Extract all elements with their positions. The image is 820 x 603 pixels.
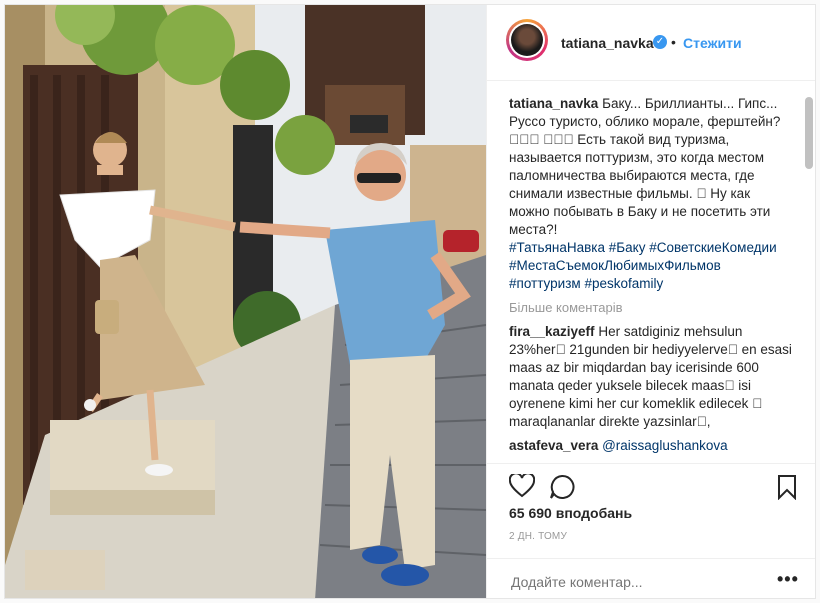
post-photo[interactable] (5, 5, 486, 598)
photo-illustration (5, 5, 486, 598)
post-frame: tatiana_navka ✓ • Стежити tatiana_navka … (4, 4, 816, 599)
add-comment-input[interactable] (509, 573, 763, 591)
header-username[interactable]: tatiana_navka (561, 35, 654, 51)
hashtag-link[interactable]: #СоветскиеКомедии (649, 240, 776, 255)
comment-username[interactable]: fira__kaziyeff (509, 324, 595, 339)
hashtag-link[interactable]: #ТатьянаНавка (509, 240, 605, 255)
comment-icon[interactable] (549, 474, 575, 505)
heart-icon[interactable] (508, 472, 536, 503)
likes-count[interactable]: 65 690 вподобань (509, 505, 632, 521)
caption: tatiana_navka Баку... Бриллианты... Гипс… (509, 95, 794, 293)
hashtag-link[interactable]: #поттуризм (509, 276, 581, 291)
verified-badge-icon: ✓ (653, 35, 667, 49)
comments-scrollbar[interactable] (805, 97, 813, 169)
separator-dot: • (671, 34, 676, 50)
post-side-panel: tatiana_navka ✓ • Стежити tatiana_navka … (486, 5, 815, 598)
hashtag-link[interactable]: #МестаСъемокЛюбимыхФильмов (509, 258, 721, 273)
comments-section: tatiana_navka Баку... Бриллианты... Гипс… (509, 95, 794, 465)
comment-item: astafeva_vera @raissaglushankova (509, 437, 794, 455)
mention-link[interactable]: @raissaglushankova (602, 438, 728, 453)
more-options-icon[interactable]: ••• (777, 569, 799, 590)
caption-username[interactable]: tatiana_navka (509, 96, 598, 111)
comment-username[interactable]: astafeva_vera (509, 438, 598, 453)
add-comment-bar: ••• (487, 558, 815, 598)
follow-button[interactable]: Стежити (683, 35, 742, 51)
avatar[interactable] (506, 19, 548, 61)
caption-text: Баку... Бриллианты... Гипс... Руссо тури… (509, 96, 781, 237)
comment-text: Her satdiginiz mehsulun 23%her󾓬 21gunden… (509, 324, 792, 429)
hashtag-link[interactable]: #peskofamily (584, 276, 663, 291)
avatar-ring (509, 22, 545, 58)
post-timestamp: 2 ДН. ТОМУ (509, 531, 568, 542)
comment-item: fira__kaziyeff Her satdiginiz mehsulun 2… (509, 323, 794, 431)
post-header: tatiana_navka ✓ • Стежити (487, 5, 815, 81)
hashtag-link[interactable]: #Баку (609, 240, 646, 255)
avatar-image (511, 24, 543, 56)
more-comments-link[interactable]: Більше коментарів (509, 299, 794, 317)
bookmark-icon[interactable] (777, 474, 797, 505)
